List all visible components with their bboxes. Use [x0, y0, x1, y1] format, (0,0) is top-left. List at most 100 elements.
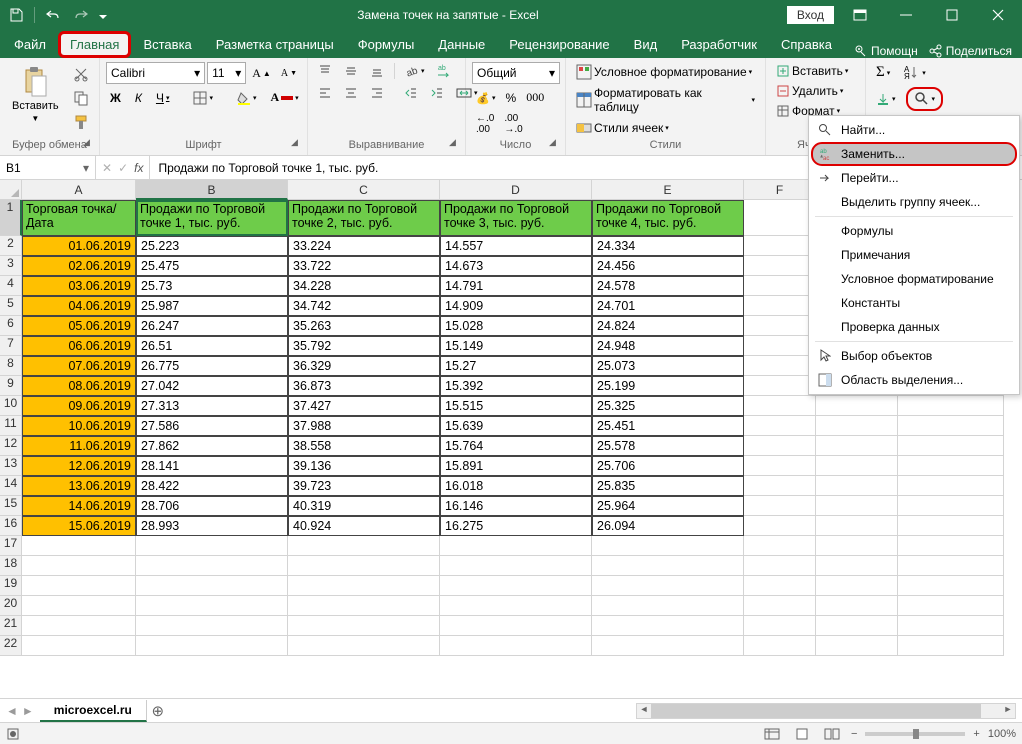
cell[interactable]	[744, 476, 816, 496]
cell[interactable]	[22, 636, 136, 656]
cell[interactable]	[288, 596, 440, 616]
date-cell[interactable]: 02.06.2019	[22, 256, 136, 276]
orientation-icon[interactable]: ab▾	[401, 62, 429, 80]
date-cell[interactable]: 12.06.2019	[22, 456, 136, 476]
cell[interactable]	[592, 596, 744, 616]
comma-icon[interactable]: 000	[522, 88, 548, 107]
cell[interactable]	[136, 576, 288, 596]
col-header[interactable]: D	[440, 180, 592, 200]
cell[interactable]	[744, 396, 816, 416]
cell[interactable]	[136, 616, 288, 636]
font-launcher-icon[interactable]: ◢	[291, 137, 303, 149]
cell[interactable]	[744, 456, 816, 476]
data-cell[interactable]: 27.042	[136, 376, 288, 396]
horizontal-scrollbar[interactable]: ◄ ►	[636, 703, 1016, 719]
data-cell[interactable]: 27.586	[136, 416, 288, 436]
cell[interactable]	[816, 616, 898, 636]
row-header[interactable]: 12	[0, 436, 22, 456]
row-header[interactable]: 3	[0, 256, 22, 276]
cell[interactable]	[440, 596, 592, 616]
table-header-cell[interactable]: Торговая точка/ Дата	[22, 200, 136, 236]
cell[interactable]	[22, 556, 136, 576]
maximize-icon[interactable]	[932, 0, 972, 30]
cancel-formula-icon[interactable]: ✕	[102, 161, 112, 175]
cell[interactable]	[744, 236, 816, 256]
underline-icon[interactable]: Ч ▾	[152, 89, 174, 107]
menu-formulas[interactable]: Формулы	[811, 219, 1017, 243]
cell[interactable]	[898, 516, 1004, 536]
data-cell[interactable]: 15.515	[440, 396, 592, 416]
data-cell[interactable]: 25.199	[592, 376, 744, 396]
cell[interactable]	[744, 436, 816, 456]
date-cell[interactable]: 01.06.2019	[22, 236, 136, 256]
col-header[interactable]: F	[744, 180, 816, 200]
table-header-cell[interactable]: Продажи по Торговой точке 2, тыс. руб.	[288, 200, 440, 236]
row-header[interactable]: 1	[0, 200, 22, 236]
data-cell[interactable]: 40.319	[288, 496, 440, 516]
row-header[interactable]: 5	[0, 296, 22, 316]
cell[interactable]	[898, 616, 1004, 636]
data-cell[interactable]: 24.334	[592, 236, 744, 256]
menu-find[interactable]: Найти...	[811, 118, 1017, 142]
name-box[interactable]: ▾	[0, 156, 96, 179]
cell[interactable]	[22, 596, 136, 616]
data-cell[interactable]: 24.948	[592, 336, 744, 356]
date-cell[interactable]: 09.06.2019	[22, 396, 136, 416]
date-cell[interactable]: 14.06.2019	[22, 496, 136, 516]
data-cell[interactable]: 33.722	[288, 256, 440, 276]
percent-icon[interactable]: %	[502, 89, 521, 107]
row-header[interactable]: 21	[0, 616, 22, 636]
date-cell[interactable]: 03.06.2019	[22, 276, 136, 296]
insert-cells-button[interactable]: Вставить ▾	[772, 62, 859, 80]
align-middle-icon[interactable]	[340, 62, 362, 80]
data-cell[interactable]: 25.578	[592, 436, 744, 456]
cell[interactable]	[136, 556, 288, 576]
data-cell[interactable]: 25.835	[592, 476, 744, 496]
data-cell[interactable]: 24.701	[592, 296, 744, 316]
data-cell[interactable]: 36.329	[288, 356, 440, 376]
page-break-view-icon[interactable]	[821, 725, 843, 743]
cell[interactable]	[288, 616, 440, 636]
normal-view-icon[interactable]	[761, 725, 783, 743]
grow-font-icon[interactable]: A▲	[248, 64, 275, 83]
cell[interactable]	[898, 396, 1004, 416]
row-header[interactable]: 7	[0, 336, 22, 356]
cell[interactable]	[440, 616, 592, 636]
tab-data[interactable]: Данные	[426, 31, 497, 58]
table-header-cell[interactable]: Продажи по Торговой точке 4, тыс. руб.	[592, 200, 744, 236]
menu-replace[interactable]: abacЗаменить...	[811, 142, 1017, 166]
paste-button[interactable]: Вставить ▼	[6, 62, 65, 138]
cell[interactable]	[898, 576, 1004, 596]
find-select-button[interactable]: ▾	[906, 87, 944, 111]
align-top-icon[interactable]	[314, 62, 336, 80]
sheet-tab[interactable]: microexcel.ru	[40, 700, 147, 722]
data-cell[interactable]: 25.223	[136, 236, 288, 256]
data-cell[interactable]: 39.136	[288, 456, 440, 476]
cell[interactable]	[816, 596, 898, 616]
row-header[interactable]: 8	[0, 356, 22, 376]
data-cell[interactable]: 38.558	[288, 436, 440, 456]
cell[interactable]	[744, 636, 816, 656]
data-cell[interactable]: 26.247	[136, 316, 288, 336]
cell[interactable]	[816, 436, 898, 456]
undo-icon[interactable]	[41, 3, 65, 27]
tab-insert[interactable]: Вставка	[131, 31, 203, 58]
cell[interactable]	[592, 536, 744, 556]
col-header[interactable]: B	[136, 180, 288, 200]
data-cell[interactable]: 25.073	[592, 356, 744, 376]
row-header[interactable]: 18	[0, 556, 22, 576]
zoom-in-icon[interactable]: +	[973, 728, 979, 740]
row-header[interactable]: 17	[0, 536, 22, 556]
date-cell[interactable]: 15.06.2019	[22, 516, 136, 536]
copy-icon[interactable]	[69, 88, 93, 108]
cell[interactable]	[744, 536, 816, 556]
data-cell[interactable]: 25.325	[592, 396, 744, 416]
data-cell[interactable]: 14.557	[440, 236, 592, 256]
row-header[interactable]: 13	[0, 456, 22, 476]
menu-cond-fmt[interactable]: Условное форматирование	[811, 267, 1017, 291]
table-header-cell[interactable]: Продажи по Торговой точке 3, тыс. руб.	[440, 200, 592, 236]
cell[interactable]	[744, 200, 816, 236]
cell[interactable]	[744, 376, 816, 396]
cell[interactable]	[898, 416, 1004, 436]
data-cell[interactable]: 14.909	[440, 296, 592, 316]
